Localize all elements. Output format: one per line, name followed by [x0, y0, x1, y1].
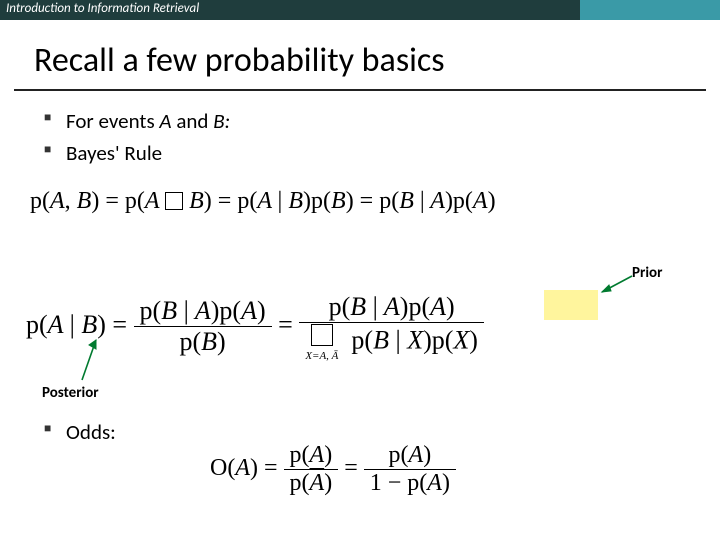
prior-label: Prior — [632, 264, 662, 282]
posterior-arrow-icon — [74, 334, 104, 384]
course-title: Introduction to Information Retrieval — [6, 1, 199, 16]
bullet-text-var: B: — [213, 108, 230, 134]
title-underline — [14, 89, 706, 91]
bullet-events: For events A and B: — [44, 107, 720, 135]
bullet-bayes: Bayes' Rule — [44, 139, 720, 167]
bullet-text: For events — [66, 108, 159, 134]
eq-odds: O(A) = p(A) p(A) = p(A) 1 − p(A) — [210, 442, 456, 497]
header-bar: Introduction to Information Retrieval — [0, 0, 720, 20]
slide-title: Recall a few probability basics — [34, 40, 720, 81]
prior-highlight — [544, 290, 598, 320]
prior-arrow-icon — [596, 272, 636, 296]
bullet-text-var: A — [159, 108, 171, 134]
sum-limit: X=A, Ā — [305, 351, 338, 362]
bullet-text: and — [172, 108, 214, 134]
header-accent — [580, 0, 720, 20]
posterior-label: Posterior — [42, 384, 99, 402]
eq-joint: p(A, B) = p(A B) = p(A | B)p(B) = p(B | … — [30, 188, 496, 215]
bullet-list: For events A and B: Bayes' Rule — [44, 107, 720, 168]
